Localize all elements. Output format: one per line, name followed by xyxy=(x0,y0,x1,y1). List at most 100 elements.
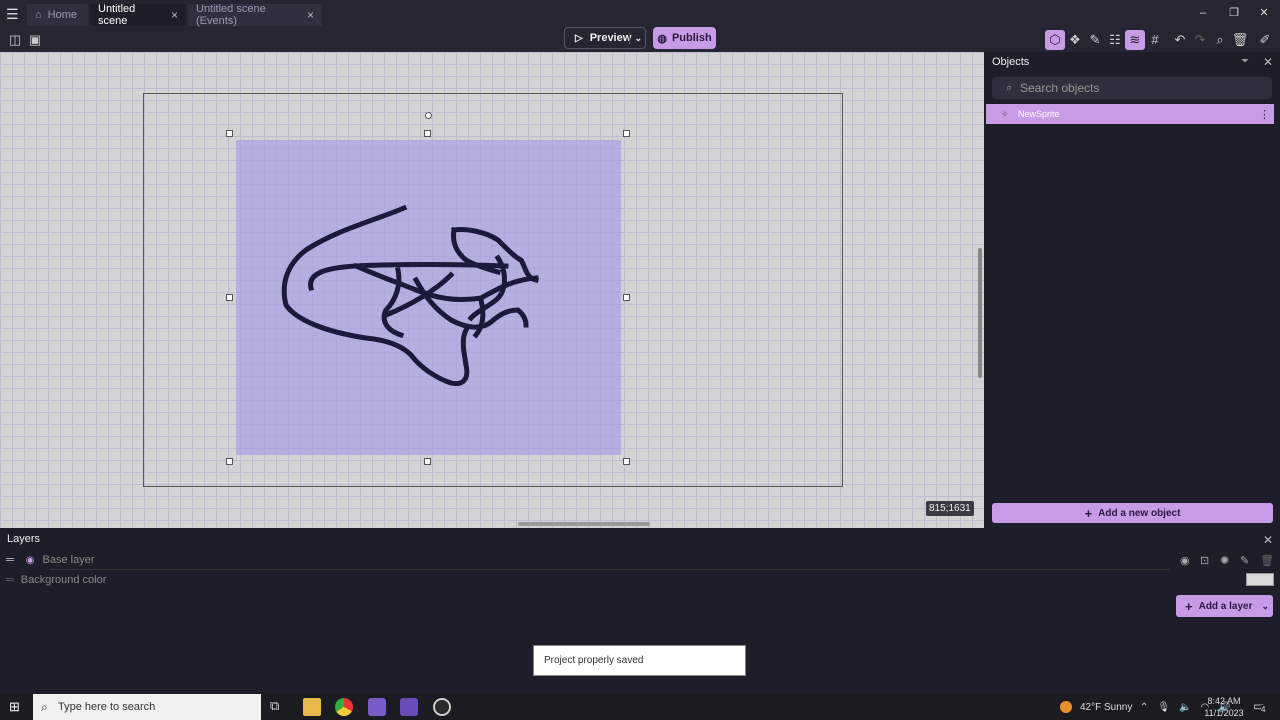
cursor-coordinates: 815;1631 xyxy=(926,501,974,516)
close-icon[interactable]: × xyxy=(171,8,178,22)
layers-icon[interactable]: ≋ xyxy=(1125,30,1145,50)
menu-icon[interactable]: ☰ xyxy=(6,6,22,22)
search-placeholder: Search objects xyxy=(1020,81,1100,95)
plus-icon: + xyxy=(1185,598,1193,614)
objects-panel-icon[interactable]: ⬡ xyxy=(1045,30,1065,50)
instances-list-icon[interactable]: ☷ xyxy=(1105,30,1125,50)
clock[interactable]: 8:42 AM 11/1/2023 xyxy=(1203,695,1245,719)
close-icon[interactable]: ✕ xyxy=(1263,533,1273,547)
chevron-down-icon[interactable]: ⌄ xyxy=(1261,601,1269,612)
task-view-icon[interactable]: ⧉ xyxy=(270,698,279,714)
object-list-item[interactable]: ✧ NewSprite ⋮ xyxy=(986,104,1274,124)
redo-icon[interactable]: ↷ xyxy=(1190,30,1210,50)
layer-name: Base layer xyxy=(42,554,95,566)
drag-handle-icon[interactable]: ═ xyxy=(6,554,14,566)
horizontal-scrollbar[interactable] xyxy=(518,522,650,526)
tab-label: Untitled scene (Events) xyxy=(196,3,266,27)
preview-label: Preview xyxy=(589,32,632,44)
objects-title: Objects xyxy=(992,56,1030,68)
chrome-icon[interactable] xyxy=(335,698,353,716)
chevron-up-icon[interactable]: ⌃ xyxy=(1140,702,1148,713)
delete-icon[interactable]: 🗑 xyxy=(1260,554,1274,567)
resize-handle[interactable] xyxy=(623,458,630,465)
resize-handle[interactable] xyxy=(623,294,630,301)
add-object-button[interactable]: + Add a new object xyxy=(992,503,1273,523)
edit-scene-icon[interactable]: ✐ xyxy=(1255,30,1275,50)
rotate-handle[interactable] xyxy=(425,112,432,119)
background-color-swatch[interactable] xyxy=(1246,573,1274,586)
add-layer-button[interactable]: + Add a layer ⌄ xyxy=(1176,595,1273,617)
delete-icon[interactable]: 🗑 xyxy=(1230,30,1250,50)
resize-handle[interactable] xyxy=(424,130,431,137)
gdevelop-alt-icon[interactable] xyxy=(400,698,418,716)
edit-icon[interactable]: ✎ xyxy=(1085,30,1105,50)
resize-handle[interactable] xyxy=(623,130,630,137)
file-explorer-icon[interactable] xyxy=(303,698,321,716)
layers-title: Layers xyxy=(7,533,41,545)
globe-icon: ◍ xyxy=(657,32,667,45)
close-window-button[interactable]: ✕ xyxy=(1254,4,1274,22)
vertical-scrollbar[interactable] xyxy=(978,248,982,378)
windows-start-icon[interactable]: ⊞ xyxy=(9,700,23,714)
add-object-label: Add a new object xyxy=(1098,507,1181,519)
notification-count: 4 xyxy=(1261,705,1266,714)
tab-untitled-scene[interactable]: Untitled scene × xyxy=(90,3,186,27)
obs-icon[interactable] xyxy=(433,698,451,716)
lock-icon[interactable]: ⊡ xyxy=(1200,554,1209,567)
notifications-icon[interactable]: ▭ 4 xyxy=(1253,699,1269,715)
title-bar: ☰ ⌂ Home Untitled scene × Untitled scene… xyxy=(0,0,1280,28)
search-icon: ⌕ xyxy=(1006,81,1013,94)
minimize-button[interactable]: – xyxy=(1193,4,1213,22)
object-groups-icon[interactable]: ❖ xyxy=(1065,30,1085,50)
drag-handle-icon: ═ xyxy=(6,574,14,586)
microphone-icon[interactable]: 🎙 xyxy=(1157,702,1170,713)
close-icon[interactable]: × xyxy=(307,8,314,22)
panels-icon[interactable]: ◫ xyxy=(5,30,25,50)
sprite-instance[interactable] xyxy=(236,140,621,455)
tab-home[interactable]: ⌂ Home xyxy=(27,4,88,26)
filter-icon[interactable]: ⏷ xyxy=(1241,56,1249,67)
resize-handle[interactable] xyxy=(226,130,233,137)
weather-text: 42°F Sunny xyxy=(1080,701,1133,713)
zoom-icon[interactable]: ⌕ xyxy=(1210,30,1230,50)
publish-button[interactable]: ◍ Publish xyxy=(653,27,716,49)
layer-row-background[interactable]: ═ Background color xyxy=(0,570,1280,590)
toast-message: Project properly saved xyxy=(544,655,644,666)
grid-icon[interactable]: # xyxy=(1145,30,1165,50)
gdevelop-icon[interactable] xyxy=(368,698,386,716)
resize-handle[interactable] xyxy=(226,458,233,465)
more-options-icon[interactable]: ⋮ xyxy=(1259,108,1270,121)
speaker-icon[interactable]: 🔈 xyxy=(1179,702,1191,713)
edit-icon[interactable]: ✎ xyxy=(1240,554,1249,567)
close-icon[interactable]: ✕ xyxy=(1263,55,1273,69)
save-notification: Project properly saved xyxy=(533,645,746,676)
weather-icon xyxy=(1060,701,1072,713)
weather-widget[interactable]: 42°F Sunny xyxy=(1060,694,1132,720)
play-icon: ▷ xyxy=(575,32,583,44)
image-icon[interactable]: ▣ xyxy=(25,30,45,50)
resize-handle[interactable] xyxy=(424,458,431,465)
clock-date: 11/1/2023 xyxy=(1204,708,1244,718)
resize-handle[interactable] xyxy=(226,294,233,301)
publish-label: Publish xyxy=(671,32,712,44)
windows-taskbar: ⊞ ⌕ Type here to search ⧉ 42°F Sunny ⌃ 🎙… xyxy=(0,694,1280,720)
chevron-down-icon[interactable]: ⌄ xyxy=(629,32,642,44)
object-name: NewSprite xyxy=(1018,109,1060,119)
plus-icon: + xyxy=(1084,505,1093,521)
effects-icon[interactable]: ✺ xyxy=(1220,554,1229,567)
objects-panel: Objects ⏷ ✕ ⌕ Search objects ✧ NewSprite… xyxy=(986,52,1280,528)
search-objects-input[interactable]: ⌕ Search objects xyxy=(992,77,1272,99)
add-layer-label: Add a layer xyxy=(1198,600,1253,612)
tab-label: Home xyxy=(47,9,77,21)
taskbar-search-input[interactable]: ⌕ Type here to search xyxy=(33,694,261,720)
layer-row-base[interactable]: ═ ◉ Base layer ◉ ⊡ ✺ ✎ 🗑 xyxy=(0,550,1280,570)
preview-button[interactable]: ▷ Preview ⌄ xyxy=(564,27,646,49)
taskbar-search-placeholder: Type here to search xyxy=(58,701,156,713)
undo-icon[interactable]: ↶ xyxy=(1170,30,1190,50)
tab-untitled-scene-events[interactable]: Untitled scene (Events) × xyxy=(188,3,322,27)
selected-layer-icon[interactable]: ◉ xyxy=(26,555,35,566)
scene-canvas[interactable]: 815;1631 xyxy=(0,52,984,528)
eye-icon[interactable]: ◉ xyxy=(1180,554,1190,567)
restore-button[interactable]: ❐ xyxy=(1224,4,1244,22)
search-icon: ⌕ xyxy=(41,699,48,714)
